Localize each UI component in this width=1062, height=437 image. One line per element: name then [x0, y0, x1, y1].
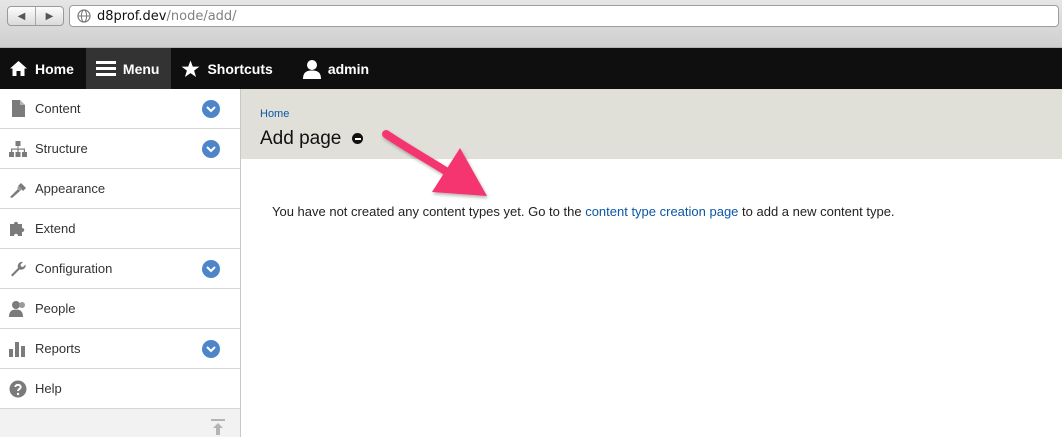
empty-message: You have not created any content types y…	[272, 204, 895, 219]
toolbar-user[interactable]: admin	[285, 48, 381, 89]
sidebar-item-label: Extend	[35, 221, 76, 236]
sidebar-item-people[interactable]: People	[0, 289, 240, 329]
remove-shortcut-icon[interactable]	[352, 133, 363, 144]
sidebar-item-label: Appearance	[35, 181, 106, 196]
chevron-down-icon[interactable]	[202, 100, 220, 118]
sidebar-item-label: People	[35, 301, 76, 316]
url-path: /node/add/	[166, 8, 237, 24]
sidebar-item-extend[interactable]: Extend	[0, 209, 240, 249]
content-type-creation-link[interactable]: content type creation page	[585, 204, 738, 219]
annotation-arrow	[382, 130, 487, 196]
tray-footer	[0, 409, 240, 437]
orientation-toggle-icon[interactable]	[211, 419, 225, 437]
toolbar-shortcuts[interactable]: Shortcuts	[171, 48, 284, 89]
sidebar-item-label: Content	[35, 101, 81, 116]
sidebar-item-reports[interactable]: Reports	[0, 329, 240, 369]
sidebar-item-appearance[interactable]: Appearance	[0, 169, 240, 209]
star-icon	[182, 59, 200, 77]
toolbar-user-label: admin	[327, 60, 370, 77]
address-bar[interactable]: d8prof.dev/node/add/	[69, 5, 1059, 27]
sidebar-item-content[interactable]: Content	[0, 89, 240, 129]
admin-menu-tray: Content Structure Appearance Extend Conf…	[0, 89, 241, 437]
toolbar-home-label: Home	[35, 60, 74, 77]
user-icon	[302, 59, 321, 79]
chevron-down-icon[interactable]	[202, 340, 220, 358]
chevron-down-icon[interactable]	[202, 140, 220, 158]
hamburger-menu-icon	[95, 61, 116, 76]
sidebar-item-label: Configuration	[35, 261, 113, 276]
home-icon	[10, 61, 27, 76]
toolbar-menu[interactable]: Menu	[85, 48, 172, 89]
toolbar-menu-label: Menu	[122, 60, 160, 77]
browser-chrome: ◀ ▶ d8prof.dev/node/add/	[0, 0, 1062, 48]
history-buttons: ◀ ▶	[7, 6, 64, 26]
forward-button[interactable]: ▶	[35, 7, 63, 25]
globe-icon	[77, 9, 91, 23]
paintbrush-icon	[9, 180, 27, 198]
sitemap-icon	[9, 140, 27, 158]
message-text-after: to add a new content type.	[738, 204, 895, 219]
file-icon	[9, 100, 27, 118]
toolbar-shortcuts-label: Shortcuts	[207, 60, 273, 77]
bar-chart-icon	[9, 340, 27, 358]
url-host: d8prof.dev	[97, 8, 167, 24]
sidebar-item-structure[interactable]: Structure	[0, 129, 240, 169]
wrench-icon	[9, 260, 27, 278]
page-header: Home Add page	[241, 89, 1062, 159]
sidebar-item-label: Reports	[35, 341, 81, 356]
message-text-before: You have not created any content types y…	[272, 204, 586, 219]
sidebar-item-label: Help	[35, 381, 62, 396]
sidebar-item-label: Structure	[35, 141, 88, 156]
sidebar-item-configuration[interactable]: Configuration	[0, 249, 240, 289]
puzzle-icon	[9, 220, 27, 238]
toolbar-home[interactable]: Home	[0, 48, 86, 89]
back-button[interactable]: ◀	[8, 7, 35, 25]
breadcrumb-home[interactable]: Home	[260, 108, 289, 120]
admin-toolbar: Home Menu Shortcuts admin	[0, 48, 1062, 89]
help-icon	[9, 380, 27, 398]
people-icon	[9, 300, 27, 318]
chevron-down-icon[interactable]	[202, 260, 220, 278]
sidebar-item-help[interactable]: Help	[0, 369, 240, 409]
page-title: Add page	[260, 128, 342, 149]
